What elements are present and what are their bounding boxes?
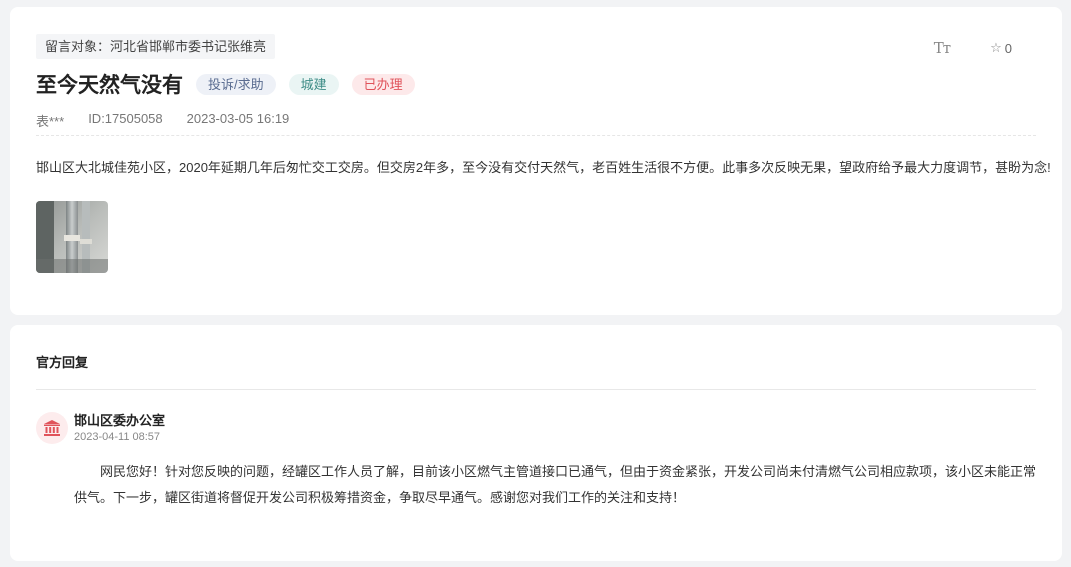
star-outline-icon: ☆	[990, 40, 1002, 55]
divider	[36, 389, 1036, 390]
message-meta: 表*** ID:17505058 2023-03-05 16:19	[36, 111, 289, 130]
author-name: 表***	[36, 114, 65, 129]
department-avatar	[36, 412, 68, 444]
reply-section-title: 官方回复	[36, 355, 89, 370]
favorite-button[interactable]: ☆ 0	[990, 40, 1012, 56]
badge-type: 投诉/求助	[196, 73, 276, 95]
message-card: 留言对象：河北省邯郸市委书记张维亮 Tт ☆ 0 至今天然气没有 投诉/求助 城…	[10, 7, 1062, 315]
message-time: 2023-03-05 16:19	[186, 111, 290, 126]
favorite-count: 0	[1004, 40, 1012, 56]
attachment-thumbnail[interactable]	[36, 201, 108, 273]
message-target: 留言对象：河北省邯郸市委书记张维亮	[36, 34, 276, 59]
official-reply-card: 官方回复 邯山区委办公室 2023-04-11 08:57 网民您好！针对您反映…	[10, 325, 1062, 561]
reply-time: 2023-04-11 08:57	[74, 431, 161, 443]
department-name: 邯山区委办公室	[74, 413, 166, 428]
message-content: 邯山区大北城佳苑小区，2020年延期几年后匆忙交工交房。但交房2年多，至今没有交…	[36, 160, 1051, 175]
message-toolbar: Tт ☆ 0	[934, 39, 1012, 57]
message-id: ID:17505058	[88, 111, 163, 126]
photo-thumbnail	[36, 201, 108, 273]
reply-content: 网民您好！针对您反映的问题，经罐区工作人员了解，目前该小区燃气主管道接口已通气，…	[74, 464, 1037, 505]
status-badge: 已办理	[351, 73, 415, 95]
badge-domain: 城建	[288, 73, 339, 95]
message-title: 至今天然气没有	[36, 74, 183, 97]
title-row: 至今天然气没有 投诉/求助 城建 已办理	[36, 69, 415, 99]
font-size-icon[interactable]: Tт	[934, 39, 951, 57]
government-building-icon	[44, 420, 60, 436]
divider	[36, 135, 1036, 136]
